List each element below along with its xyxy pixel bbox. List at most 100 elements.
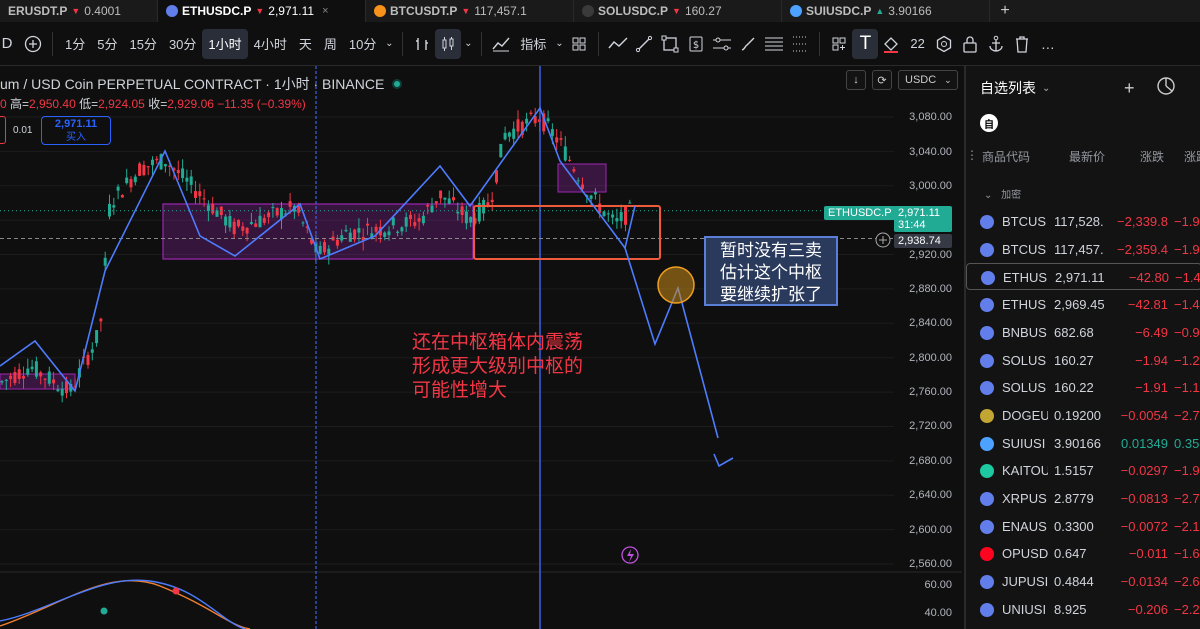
watchlist-row[interactable]: SOLUS 160.22 −1.91 −1.1 [966,374,1200,401]
chart-area[interactable]: um / USD Coin PERPETUAL CONTRACT · 1小时 ·… [0,66,962,629]
candle-body [34,361,38,377]
pie-chart-icon[interactable] [1156,76,1176,101]
order-quantity[interactable]: 0.01 [13,125,32,136]
avatar[interactable]: 自 [980,114,998,132]
watchlist-row[interactable]: BTCUS 117,528. −2,339.8 −1.9 [966,208,1200,235]
tab-btcusdt[interactable]: BTCUSDT.P ▼ 117,457.1 [366,0,574,22]
candle-body [202,198,206,200]
column-last-price[interactable]: 最新价 [1069,148,1105,165]
interval-1m[interactable]: 1分 [59,29,91,59]
dotted-grid-icon[interactable] [787,29,813,59]
chevron-down-icon[interactable]: ⌄ [552,29,566,59]
candle-body [344,229,348,232]
indicators-button[interactable]: 指标 [514,29,552,59]
new-tab-plus-icon[interactable]: + [990,0,1020,22]
watchlist-row[interactable]: XRPUS 2.8779 −0.0813 −2.7 [966,485,1200,512]
bar-chart-icon[interactable] [409,29,435,59]
trash-icon[interactable] [1009,29,1035,59]
sell-order-box[interactable] [0,116,6,144]
candle-body [383,232,387,237]
drag-handle-icon[interactable]: ⋮ [966,148,978,162]
watchlist-change: −1.94 [1135,352,1168,368]
orange-circle-marker [657,266,695,304]
watchlist-row[interactable]: BTCUS 117,457. −2,359.4 −1.9 [966,236,1200,263]
interval-4h[interactable]: 4小时 [248,29,293,59]
red-text-annotation[interactable]: 还在中枢箱体内震荡 形成更大级别中枢的 可能性增大 [412,330,583,402]
chevron-down-icon[interactable]: ⌄ [382,29,396,59]
group-header[interactable]: ⌄ 加密 [984,186,1021,201]
tab-ethusdc[interactable]: ETHUSDC.P ▼ 2,971.11 × [158,0,366,22]
tab-erusdt[interactable]: ERUSDT.P ▼ 0.4001 [0,0,158,22]
candle-body [598,203,602,213]
trend-line-icon[interactable] [631,29,657,59]
annotation-line-1: 暂时没有三卖 [720,241,822,261]
layout-grid-icon[interactable] [826,29,852,59]
fib-lines-icon[interactable] [761,29,787,59]
watchlist-row[interactable]: ETHUS 2,971.11 −42.80 −1.4 [966,263,1200,291]
interval-30m[interactable]: 30分 [163,29,202,59]
watchlist-row[interactable]: SUIUSI 3.90166 0.01349 0.35 [966,430,1200,457]
more-icon[interactable]: … [1035,29,1061,59]
buy-price: 2,971.11 [54,118,98,130]
fill-bucket-icon[interactable] [878,29,904,59]
scroll-down-icon[interactable]: ↓ [846,70,866,90]
coin-icon [980,547,994,562]
interval-day[interactable]: 天 [293,29,318,59]
tab-suiusdc[interactable]: SUIUSDC.P ▲ 3.90166 [782,0,990,22]
price-note-icon[interactable]: $ [683,29,709,59]
watchlist-title[interactable]: 自选列表 [980,78,1036,98]
settings-hex-icon[interactable] [931,29,957,59]
candle-body [572,169,576,172]
axis-tick: 2,840.00 [909,317,952,329]
interval-week[interactable]: 周 [318,29,343,59]
brush-icon[interactable] [735,29,761,59]
tab-solusdc[interactable]: SOLUSDC.P ▼ 160.27 [574,0,782,22]
interval-15m[interactable]: 15分 [123,29,162,59]
watchlist-row[interactable]: BNBUS 682.68 −6.49 −0.9 [966,319,1200,346]
candlestick-icon[interactable] [435,28,462,59]
chevron-down-icon[interactable]: ⌄ [461,29,475,59]
watchlist-row[interactable]: JUPUSI 0.4844 −0.0134 −2.6 [966,568,1200,595]
coin-icon [980,381,994,396]
watchlist-row[interactable]: ENAUS 0.3300 −0.0072 −2.1 [966,513,1200,540]
column-change[interactable]: 涨跌 [1140,148,1164,165]
candle-body [189,176,193,185]
watchlist-row[interactable]: UNIUSI 8.925 −0.206 −2.2 [966,596,1200,623]
buy-button[interactable]: 2,971.11 买入 [41,116,111,145]
watchlist-row[interactable]: DOGEU 0.19200 −0.0054 −2.7 [966,402,1200,429]
anchor-icon[interactable] [983,29,1009,59]
text-tool-icon[interactable]: T [852,28,879,59]
close-icon[interactable]: × [322,5,328,17]
price-axis[interactable]: 3,080.00 3,040.00 3,000.00 2,920.00 2,88… [894,66,962,629]
watchlist-row[interactable]: KAITOU 1.5157 −0.0297 −1.9 [966,457,1200,484]
lock-icon[interactable] [957,29,983,59]
interval-5m[interactable]: 5分 [91,29,123,59]
candle-body [241,226,245,231]
trend-angle-icon[interactable] [605,29,631,59]
svg-text:$: $ [693,40,699,51]
ohlc-legend: 0 高=2,950.40 低=2,924.05 收=2,929.06 −11.3… [0,95,306,112]
column-symbol[interactable]: 商品代码 [982,148,1030,165]
font-size-value[interactable]: 22 [904,29,930,59]
interval-1h[interactable]: 1小时 [202,28,248,59]
candle-body [198,191,202,197]
watchlist-row[interactable]: ETHUS 2,969.45 −42.81 −1.4 [966,291,1200,318]
refresh-icon[interactable]: ⟳ [872,70,892,90]
chevron-down-icon[interactable]: ⌄ [1042,83,1050,94]
watchlist-change-pct: −1.9 [1174,214,1200,229]
interval-10m[interactable]: 10分 [343,29,382,59]
tab-symbol: SOLUSDC.P [598,4,669,18]
watchlist-row[interactable]: SOLUS 160.27 −1.94 −1.2 [966,347,1200,374]
sliders-icon[interactable] [709,29,735,59]
templates-grid-icon[interactable] [566,29,592,59]
up-arrow-icon: ▲ [875,6,885,16]
watchlist-row[interactable]: OPUSD 0.647 −0.011 −1.6 [966,540,1200,567]
candle-body [335,239,339,246]
add-symbol-plus-icon[interactable]: + [1124,78,1135,99]
indicators-icon[interactable] [488,29,514,59]
blue-box-annotation[interactable]: 暂时没有三卖 估计这个中枢 要继续扩张了 [704,236,838,306]
candle-body [90,349,94,353]
rectangle-icon[interactable] [657,29,683,59]
column-change-pct[interactable]: 涨跌 [1184,148,1200,165]
add-symbol-icon[interactable] [20,29,46,59]
